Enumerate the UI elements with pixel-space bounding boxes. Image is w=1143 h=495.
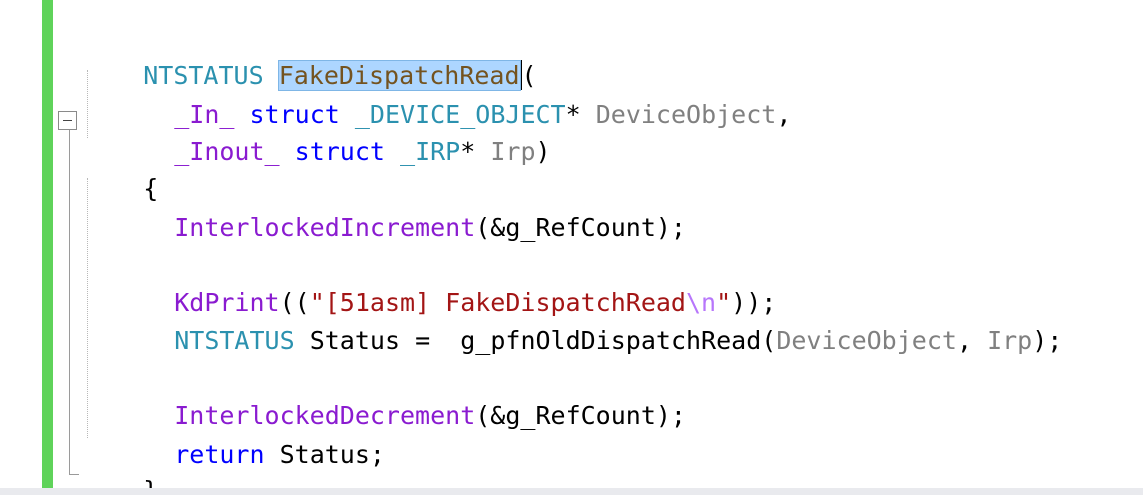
function-pointer-token: g_pfnOldDispatchRead xyxy=(460,326,762,355)
parameter-token: DeviceObject xyxy=(776,326,957,355)
keyword-token: struct xyxy=(294,137,385,166)
outline-line xyxy=(69,130,70,475)
parameter-token: Irp xyxy=(490,137,536,166)
collapse-minus-icon[interactable] xyxy=(58,111,77,130)
sal-annotation: _Inout_ xyxy=(174,137,280,166)
editor-bottom-border xyxy=(0,488,1143,495)
code-line-signature[interactable]: NTSTATUS FakeDispatchRead( xyxy=(83,28,537,91)
variable-token: Status xyxy=(279,440,370,469)
code-line-kdprint[interactable]: KdPrint(("[51asm] FakeDispatchRead\n")); xyxy=(114,255,776,317)
code-line-decrement[interactable]: InterlockedDecrement(&g_RefCount); xyxy=(114,368,686,430)
parameter-token: DeviceObject xyxy=(595,100,777,129)
change-tracking-bar xyxy=(42,0,53,490)
outline-end xyxy=(69,474,79,475)
code-line-param-2[interactable]: _Inout_ struct _IRP* Irp) xyxy=(114,104,550,166)
keyword-token: return xyxy=(174,440,265,469)
function-call-token: InterlockedIncrement xyxy=(174,213,476,242)
type-token: _IRP xyxy=(400,137,461,166)
code-line-increment[interactable]: InterlockedIncrement(&g_RefCount); xyxy=(114,180,686,242)
code-line-close-brace[interactable]: } xyxy=(83,443,158,495)
code-line-status-call[interactable]: NTSTATUS Status = g_pfnOldDispatchRead(D… xyxy=(114,293,1062,355)
variable-token: g_RefCount xyxy=(505,213,656,242)
type-token: NTSTATUS xyxy=(174,326,295,355)
code-editor[interactable]: NTSTATUS FakeDispatchRead( _In_ struct _… xyxy=(0,0,1143,495)
code-line-param-1[interactable]: _In_ struct _DEVICE_OBJECT* DeviceObject… xyxy=(114,67,791,129)
variable-token: Status xyxy=(309,326,401,355)
parameter-token: Irp xyxy=(987,326,1033,355)
variable-token: g_RefCount xyxy=(505,401,656,430)
code-line-open-brace[interactable]: { xyxy=(83,141,158,203)
code-line-return[interactable]: return Status; xyxy=(114,407,385,469)
